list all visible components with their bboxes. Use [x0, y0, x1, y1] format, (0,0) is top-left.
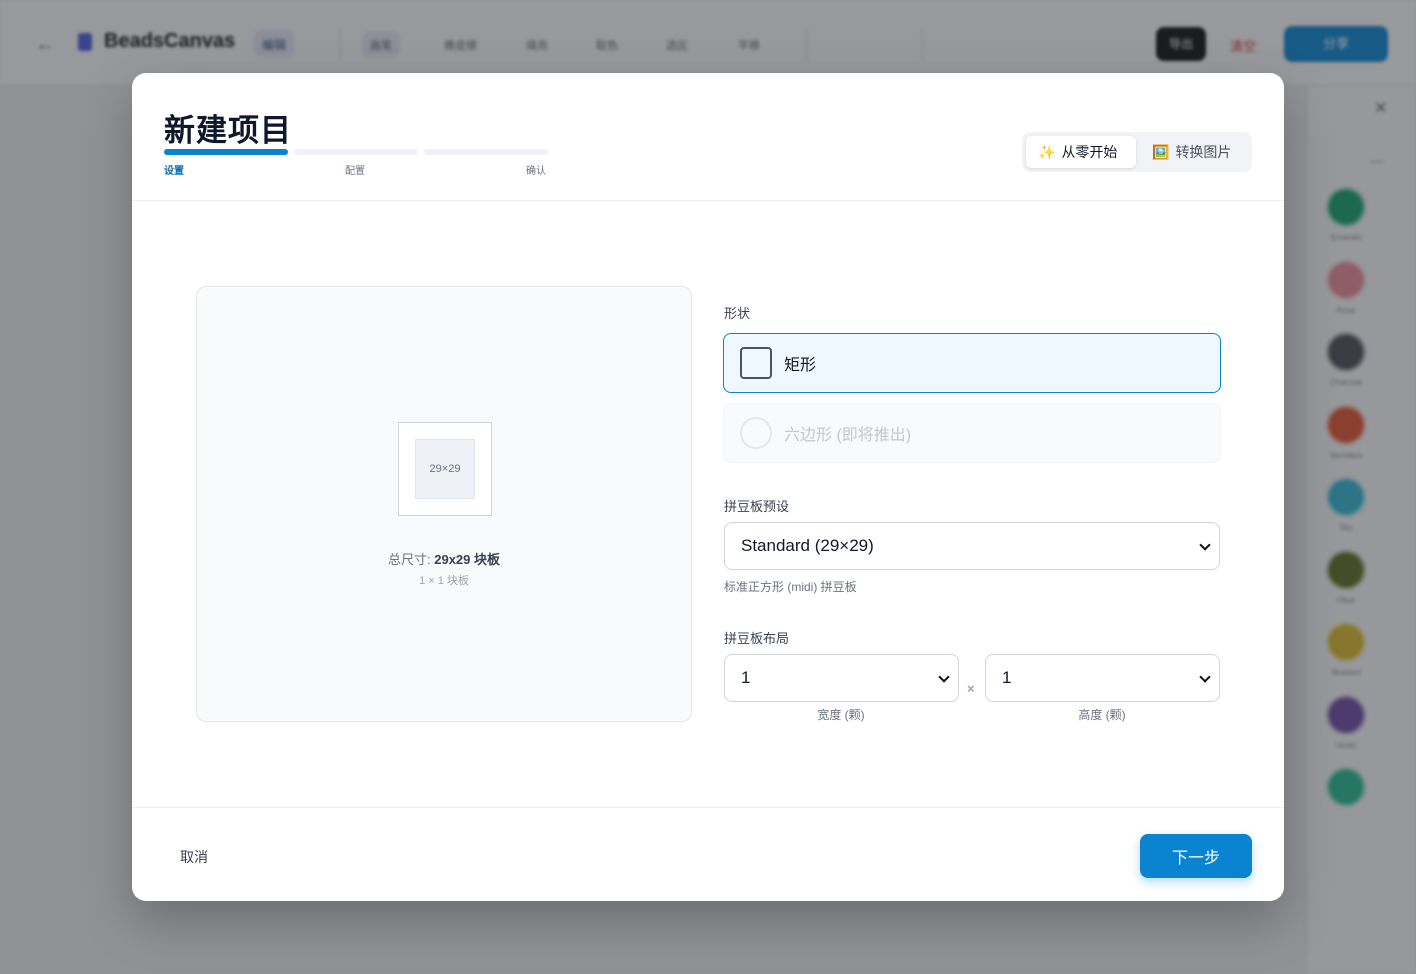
chevron-down-icon — [1199, 671, 1211, 683]
total-size-value: 29x29 块板 — [434, 552, 500, 567]
mode-convert-image-label: 转换图片 — [1175, 144, 1232, 160]
shape-option-hexagon-label: 六边形 (即将推出) — [784, 427, 912, 444]
modal-title: 新建项目 — [164, 113, 292, 148]
total-size-text: 总尺寸: 29x29 块板 — [197, 549, 691, 568]
preset-label: 拼豆板预设 — [724, 499, 790, 514]
shape-label: 形状 — [724, 306, 751, 321]
step-label-config: 配置 — [345, 166, 365, 177]
multiply-sign: × — [967, 681, 975, 696]
layout-width-label: 宽度 (颗) — [817, 708, 865, 722]
step-progress-confirm — [424, 149, 548, 155]
step-progress-config — [294, 149, 418, 155]
board-layout-text: 1 × 1 块板 — [419, 575, 469, 587]
step-label-confirm: 确认 — [526, 166, 546, 177]
mode-convert-image-button[interactable]: 🖼️ 转换图片 — [1140, 136, 1248, 168]
mode-switch: ✨ 从零开始 🖼️ 转换图片 — [1022, 132, 1252, 172]
layout-width-select[interactable]: 1 — [724, 654, 959, 702]
board-preview: 29×29 总尺寸: 29x29 块板 1 × 1 块板 — [196, 286, 692, 722]
picture-icon: 🖼️ — [1152, 143, 1170, 160]
step-label-setup: 设置 — [164, 166, 184, 177]
shape-option-rectangle-label: 矩形 — [784, 357, 817, 374]
modal-footer: 取消 下一步 — [132, 807, 1284, 901]
layout-height-value: 1 — [1002, 668, 1012, 687]
hexagon-icon — [740, 417, 772, 449]
layout-width-value: 1 — [741, 668, 751, 687]
chevron-down-icon — [1199, 539, 1211, 551]
layout-height-label: 高度 (颗) — [1078, 708, 1126, 722]
layout-height-select[interactable]: 1 — [985, 654, 1220, 702]
board-preview-frame: 29×29 — [398, 422, 492, 516]
shape-option-hexagon: 六边形 (即将推出) — [723, 403, 1221, 463]
square-icon — [740, 347, 772, 379]
total-size-label: 总尺寸: — [388, 552, 435, 567]
chevron-down-icon — [938, 671, 950, 683]
preset-select-value: Standard (29×29) — [741, 536, 874, 555]
next-button[interactable]: 下一步 — [1140, 834, 1252, 878]
mode-from-scratch-label: 从零开始 — [1061, 144, 1118, 160]
preset-select[interactable]: Standard (29×29) — [724, 522, 1220, 570]
cancel-button[interactable]: 取消 — [180, 847, 208, 867]
sparkles-icon: ✨ — [1038, 143, 1056, 160]
board-preview-board: 29×29 — [415, 439, 475, 499]
preset-help: 标准正方形 (midi) 拼豆板 — [724, 580, 857, 594]
layout-label: 拼豆板布局 — [724, 631, 790, 646]
modal-header: 新建项目 设置 配置 确认 ✨ 从零开始 🖼️ 转换图片 — [132, 73, 1284, 201]
new-project-modal: 新建项目 设置 配置 确认 ✨ 从零开始 🖼️ 转换图片 29×29 总尺寸: … — [132, 73, 1284, 901]
shape-option-rectangle[interactable]: 矩形 — [723, 333, 1221, 393]
step-progress-setup — [164, 149, 288, 155]
mode-from-scratch-button[interactable]: ✨ 从零开始 — [1026, 136, 1136, 168]
